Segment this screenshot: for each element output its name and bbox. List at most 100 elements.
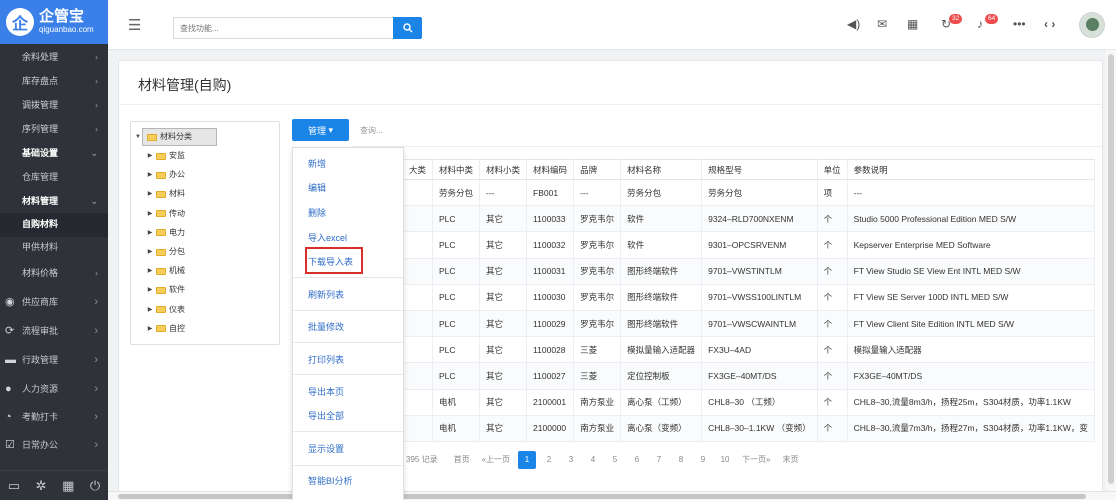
sidebar-item[interactable]: 基础设置 ⌄ — [0, 142, 108, 166]
mail-icon[interactable]: ✉ — [877, 17, 887, 35]
table-row[interactable]: 电机 其它 2100001 南方泵业 离心泵（工频） CHL8–30 （工频）个 CHL8–… — [403, 389, 1095, 416]
menu-toggle-icon[interactable]: ☰ — [128, 16, 141, 34]
column-header[interactable]: 材料小类 — [479, 159, 528, 180]
volume-icon[interactable]: ◀) — [847, 17, 860, 35]
sidebar-item[interactable]: 余料处理 › — [0, 46, 108, 70]
page-link[interactable]: 5 — [606, 451, 624, 469]
vertical-scrollbar[interactable] — [1106, 50, 1116, 491]
dropdown-item[interactable]: 刷新列表 — [308, 288, 344, 301]
dropdown-item[interactable]: 编辑 — [308, 181, 326, 194]
avatar[interactable] — [1079, 12, 1105, 38]
column-header[interactable]: 材料中类 — [432, 159, 481, 180]
table-row[interactable]: PLC 其它 1100032 罗克韦尔 软件 9301–OPCSRVENM 个 Kepserv… — [403, 231, 1095, 259]
column-header[interactable]: 规格型号 — [701, 159, 818, 180]
calendar-icon[interactable]: ▦ — [907, 17, 918, 35]
dropdown-item[interactable]: 导出全部 — [308, 409, 344, 422]
tree-root[interactable]: ▼ 材料分类 — [134, 128, 217, 146]
dropdown-item[interactable]: 删除 — [308, 206, 326, 219]
sidebar-item[interactable]: 仓库管理 — [0, 166, 108, 190]
tree-node[interactable]: ▶ 仪表 — [146, 302, 185, 318]
query-input[interactable]: 查询... — [360, 125, 383, 136]
column-header[interactable]: 参数说明 — [847, 159, 1095, 180]
dropdown-item[interactable]: 打印列表 — [308, 353, 344, 366]
table-row[interactable]: PLC 其它 1100030 罗克韦尔 图形终端软件 9701–VWSS100LINTLM… — [403, 284, 1095, 311]
page-link[interactable]: 8 — [672, 451, 690, 469]
dropdown-item[interactable]: 批量修改 — [308, 320, 344, 333]
page-link[interactable]: 6 — [628, 451, 646, 469]
sidebar-item[interactable]: 材料管理 ⌄ — [0, 190, 108, 214]
tree-node[interactable]: ▶ 安监 — [146, 148, 185, 164]
sidebar-item[interactable]: ⟳ 流程审批 › — [0, 317, 108, 346]
column-header[interactable]: 大类 — [403, 159, 434, 180]
bell-icon[interactable]: ♪ 64 — [977, 14, 999, 35]
tree-node[interactable]: ▶ 电力 — [146, 225, 185, 241]
caret-right-icon[interactable]: ▶ — [146, 321, 154, 337]
power-icon[interactable]: ⏻ — [90, 478, 100, 494]
table-row[interactable]: PLC 其它 1100028 三菱 模拟量输入适配器 FX3U–4AD 个模拟量输入适配器 — [403, 336, 1095, 364]
tree-node[interactable]: ▶ 材料 — [146, 186, 185, 202]
sidebar-item[interactable]: ☑ 日常办公 › — [0, 431, 108, 460]
logo[interactable]: 企 企管宝 qiguanbao.com — [0, 0, 108, 44]
caret-right-icon[interactable]: ▶ — [146, 263, 154, 279]
column-header[interactable]: 材料名称 — [620, 159, 703, 180]
search-input[interactable] — [173, 17, 393, 39]
tree-node[interactable]: ▶ 分包 — [146, 244, 185, 260]
tree-node[interactable]: ▶ 传动 — [146, 206, 185, 222]
column-header[interactable]: 单位 — [817, 159, 848, 180]
table-row[interactable]: 电机 其它 2100000 南方泵业 离心泵（变频） CHL8–30–1.1KW （变频）… — [403, 415, 1095, 442]
table-row[interactable]: PLC 其它 1100031 罗克韦尔 图形终端软件 9701–VWSTINTLM 个 FT … — [403, 258, 1095, 285]
search-button[interactable] — [393, 17, 422, 39]
sidebar-item[interactable]: 自购材料 — [0, 213, 108, 237]
more-icon[interactable]: ••• — [1013, 17, 1026, 35]
caret-right-icon[interactable]: ▶ — [146, 148, 154, 164]
refresh-icon[interactable]: ↻ 32 — [941, 14, 963, 35]
column-header[interactable]: 材料编码 — [526, 159, 575, 180]
caret-right-icon[interactable]: ▶ — [146, 206, 154, 222]
sidebar-item[interactable]: 甲供材料 — [0, 236, 108, 260]
lock-icon[interactable]: ▦ — [62, 478, 74, 494]
column-header[interactable]: 品牌 — [573, 159, 622, 180]
tree-node[interactable]: ▶ 自控 — [146, 321, 185, 337]
dropdown-item[interactable]: 智能BI分析 — [308, 474, 353, 487]
page-link[interactable]: 7 — [650, 451, 668, 469]
page-link[interactable]: 3 — [562, 451, 580, 469]
settings-icon[interactable]: ✲ — [36, 478, 47, 494]
last-page-link[interactable]: 末页 — [778, 451, 802, 469]
dropdown-item[interactable]: 显示设置 — [308, 442, 344, 455]
next-page-link[interactable]: 下一页» — [738, 451, 774, 469]
sidebar-item[interactable]: ▬ 行政管理 › — [0, 346, 108, 375]
code-icon[interactable]: ‹ › — [1044, 17, 1055, 35]
table-row[interactable]: PLC 其它 1100027 三菱 定位控制板 FX3GE–40MT/DS 个 FX3GE–4… — [403, 362, 1095, 390]
tree-node[interactable]: ▶ 办公 — [146, 167, 185, 183]
caret-right-icon[interactable]: ▶ — [146, 282, 154, 298]
sidebar-item[interactable]: 调拨管理 › — [0, 94, 108, 118]
sidebar-item[interactable]: 序列管理 › — [0, 118, 108, 142]
page-link[interactable]: 2 — [540, 451, 558, 469]
monitor-icon[interactable]: ▭ — [8, 478, 20, 494]
page-link[interactable]: 9 — [694, 451, 712, 469]
caret-right-icon[interactable]: ▶ — [146, 244, 154, 260]
sidebar-item[interactable]: ● 人力资源 › — [0, 375, 108, 404]
table-row[interactable]: 劳务分包 --- FB001 --- 劳务分包 劳务分包项 --- — [403, 179, 1095, 207]
page-link[interactable]: 1 — [518, 451, 537, 469]
caret-right-icon[interactable]: ▶ — [146, 302, 154, 318]
page-link[interactable]: 4 — [584, 451, 602, 469]
first-page-link[interactable]: 首页 — [450, 451, 474, 469]
dropdown-item[interactable]: 导入excel — [308, 231, 347, 244]
dropdown-item[interactable]: 导出本页 — [308, 385, 344, 398]
tree-node[interactable]: ▶ 机械 — [146, 263, 185, 279]
caret-right-icon[interactable]: ▶ — [146, 167, 154, 183]
sidebar-item[interactable]: 材料价格 › — [0, 262, 108, 286]
sidebar-item[interactable]: 库存盘点 › — [0, 70, 108, 94]
horizontal-scrollbar[interactable] — [108, 491, 1116, 500]
dropdown-item[interactable]: 新增 — [308, 157, 326, 170]
caret-right-icon[interactable]: ▶ — [146, 225, 154, 241]
manage-button[interactable]: 管理 ▾ — [292, 119, 349, 141]
caret-right-icon[interactable]: ▶ — [146, 186, 154, 202]
table-row[interactable]: PLC 其它 1100033 罗克韦尔 软件 9324–RLD700NXENM 个 Studi… — [403, 205, 1095, 233]
prev-page-link[interactable]: «上一页 — [478, 451, 514, 469]
tree-node[interactable]: ▶ 软件 — [146, 282, 185, 298]
sidebar-item[interactable]: ◔ 考勤打卡 › — [0, 403, 108, 432]
table-row[interactable]: PLC 其它 1100029 罗克韦尔 图形终端软件 9701–VWSCWAINTLM 个 F… — [403, 310, 1095, 338]
page-link[interactable]: 10 — [716, 451, 734, 469]
